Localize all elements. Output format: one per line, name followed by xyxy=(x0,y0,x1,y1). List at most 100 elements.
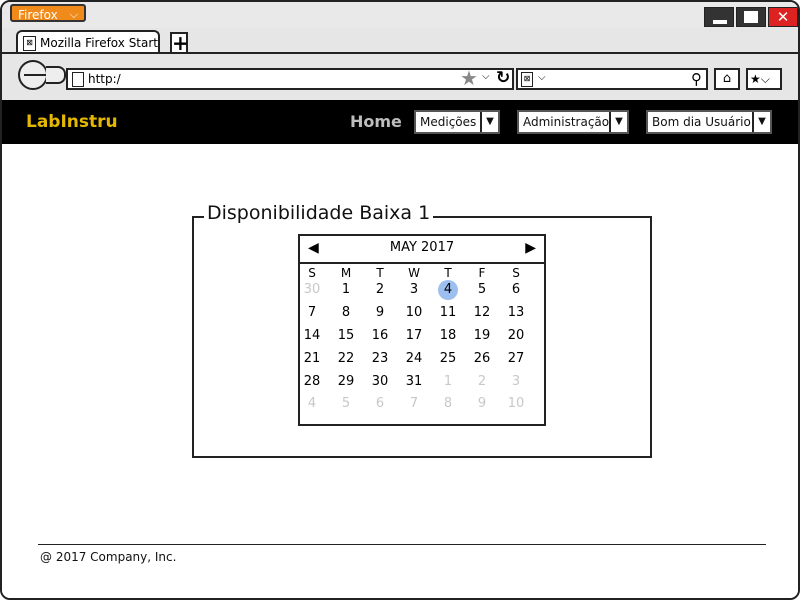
brand-logo[interactable]: LabInstru xyxy=(26,112,118,132)
calendar-day[interactable]: 17 xyxy=(397,326,431,346)
new-tab-button[interactable]: + xyxy=(170,32,189,53)
user-greeting-label: Bom dia Usuário xyxy=(652,115,751,129)
home-icon: ⌂ xyxy=(722,71,732,86)
calendar-day[interactable]: 18 xyxy=(431,326,465,346)
calendar-day[interactable]: 15 xyxy=(329,326,363,346)
calendar-day[interactable]: 5 xyxy=(465,280,499,300)
calendar-day[interactable]: 6 xyxy=(499,280,533,300)
calendar-day[interactable]: 1 xyxy=(329,280,363,300)
calendar-day[interactable]: 31 xyxy=(397,372,431,392)
calendar-day[interactable]: 21 xyxy=(295,349,329,369)
panel-title: Disponibilidade Baixa 1 xyxy=(204,202,434,224)
bookmarks-icon: ★⌵ xyxy=(750,72,770,86)
tab-title: Mozilla Firefox Start Page xyxy=(40,36,159,50)
page-icon xyxy=(72,72,84,87)
calendar-day-other-month[interactable]: 7 xyxy=(397,394,431,414)
calendar-day-other-month[interactable]: 30 xyxy=(295,280,329,300)
firefox-menu-label: Firefox xyxy=(18,8,58,22)
tab-bar: ⊠ Mozilla Firefox Start Page + xyxy=(2,28,798,54)
search-icon[interactable]: ⚲ xyxy=(691,70,702,88)
calendar-day[interactable]: 2 xyxy=(363,280,397,300)
caret-down-icon: ▼ xyxy=(609,112,627,132)
administracao-dropdown[interactable]: Administração ▼ xyxy=(517,110,629,134)
chevron-down-icon: ⌵ xyxy=(69,8,78,21)
calendar-day-other-month[interactable]: 9 xyxy=(465,394,499,414)
weekday-label: S xyxy=(512,266,520,280)
home-button[interactable]: ⌂ xyxy=(714,68,740,90)
date-picker: ◀ MAY 2017 ▶ S M T W T F S 30 1 2 3 4 5 6 7 8 9 10 11 12 13 1… xyxy=(298,234,546,426)
navigation-toolbar: http:/ ★ ⌵ ↻ ⊠ ⌵ ⚲ ⌂ ★⌵ xyxy=(2,52,798,100)
forward-button[interactable] xyxy=(46,66,66,84)
calendar-day[interactable]: 10 xyxy=(397,303,431,323)
close-window-button[interactable]: ✕ xyxy=(768,7,798,27)
weekday-label: T xyxy=(376,266,384,280)
calendar-day[interactable]: 30 xyxy=(363,372,397,392)
minimize-button[interactable] xyxy=(704,7,734,27)
search-bar[interactable]: ⊠ ⌵ ⚲ xyxy=(516,68,708,90)
calendar-day-selected[interactable]: 4 xyxy=(431,280,465,300)
caret-down-icon: ▼ xyxy=(480,112,498,132)
page-icon: ⊠ xyxy=(23,36,36,51)
calendar-day-other-month[interactable]: 1 xyxy=(431,372,465,392)
caret-down-icon: ▼ xyxy=(752,112,770,132)
calendar-day[interactable]: 29 xyxy=(329,372,363,392)
tab-firefox-start[interactable]: ⊠ Mozilla Firefox Start Page xyxy=(16,30,160,54)
calendar-day-other-month[interactable]: 3 xyxy=(499,372,533,392)
title-bar: Firefox ⌵ ✕ xyxy=(2,2,798,28)
weekday-label: T xyxy=(444,266,452,280)
reload-icon[interactable]: ↻ xyxy=(496,68,510,88)
weekday-label: S xyxy=(308,266,316,280)
maximize-icon xyxy=(744,11,758,23)
calendar-day[interactable]: 3 xyxy=(397,280,431,300)
bookmarks-button[interactable]: ★⌵ xyxy=(746,68,782,90)
calendar-day[interactable]: 11 xyxy=(431,303,465,323)
calendar-day[interactable]: 12 xyxy=(465,303,499,323)
weekday-label: W xyxy=(408,266,420,280)
calendar-day[interactable]: 19 xyxy=(465,326,499,346)
copyright-text: @ 2017 Company, Inc. xyxy=(40,550,177,564)
chevron-down-icon[interactable]: ⌵ xyxy=(538,72,546,83)
calendar-day-other-month[interactable]: 10 xyxy=(499,394,533,414)
calendar-day[interactable]: 16 xyxy=(363,326,397,346)
calendar-day[interactable]: 23 xyxy=(363,349,397,369)
nav-home-link[interactable]: Home xyxy=(350,112,402,131)
weekday-label: M xyxy=(340,266,352,280)
calendar-day[interactable]: 8 xyxy=(329,303,363,323)
calendar-day-other-month[interactable]: 6 xyxy=(363,394,397,414)
address-bar[interactable]: http:/ xyxy=(66,68,514,90)
calendar-day-other-month[interactable]: 5 xyxy=(329,394,363,414)
calendar-day[interactable]: 14 xyxy=(295,326,329,346)
calendar-day[interactable]: 22 xyxy=(329,349,363,369)
search-engine-icon: ⊠ xyxy=(521,72,533,87)
calendar-day[interactable]: 25 xyxy=(431,349,465,369)
calendar-day[interactable]: 24 xyxy=(397,349,431,369)
calendar-header: ◀ MAY 2017 ▶ xyxy=(300,236,544,264)
calendar-day[interactable]: 7 xyxy=(295,303,329,323)
browser-window: Firefox ⌵ ✕ ⊠ Mozilla Firefox Start Page… xyxy=(0,0,800,600)
calendar-day[interactable]: 26 xyxy=(465,349,499,369)
next-month-icon[interactable]: ▶ xyxy=(525,240,536,256)
close-icon: ✕ xyxy=(776,8,790,26)
weekday-label: F xyxy=(478,266,486,280)
calendar-day-other-month[interactable]: 8 xyxy=(431,394,465,414)
calendar-day[interactable]: 9 xyxy=(363,303,397,323)
calendar-day[interactable]: 13 xyxy=(499,303,533,323)
calendar-day[interactable]: 20 xyxy=(499,326,533,346)
page-content: Disponibilidade Baixa 1 ◀ MAY 2017 ▶ S M T… xyxy=(2,144,798,598)
calendar-day-other-month[interactable]: 2 xyxy=(465,372,499,392)
chevron-down-icon[interactable]: ⌵ xyxy=(482,71,490,82)
minimize-icon xyxy=(713,20,727,24)
calendar-day[interactable]: 28 xyxy=(295,372,329,392)
calendar-day-other-month[interactable]: 4 xyxy=(295,394,329,414)
medicoes-label: Medições xyxy=(420,115,477,129)
app-header: LabInstru Home Medições ▼ Administração … xyxy=(2,100,798,144)
maximize-button[interactable] xyxy=(736,7,766,27)
calendar-day[interactable]: 27 xyxy=(499,349,533,369)
firefox-menu-button[interactable]: Firefox ⌵ xyxy=(10,4,86,22)
user-menu-dropdown[interactable]: Bom dia Usuário ▼ xyxy=(646,110,772,134)
administracao-label: Administração xyxy=(523,115,610,129)
medicoes-dropdown[interactable]: Medições ▼ xyxy=(414,110,500,134)
bookmark-star-icon[interactable]: ★ xyxy=(460,68,478,88)
url-text: http:/ xyxy=(88,72,121,86)
back-button[interactable] xyxy=(18,60,60,90)
